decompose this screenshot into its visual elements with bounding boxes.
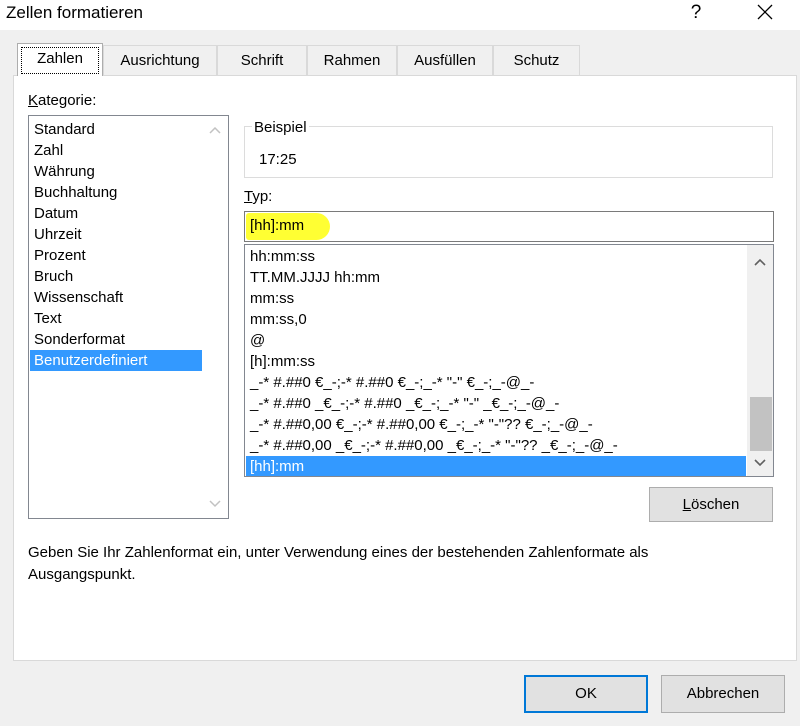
- format-list[interactable]: hh:mm:ss TT.MM.JJJJ hh:mm mm:ss mm:ss,0 …: [244, 244, 774, 477]
- tab-ausrichtung[interactable]: Ausrichtung: [103, 45, 217, 75]
- chevron-down-icon: [209, 500, 221, 508]
- tab-label: Zahlen: [37, 50, 83, 67]
- kategorie-label-rest: ategorie:: [38, 92, 97, 109]
- close-icon: [757, 4, 773, 20]
- tab-rahmen[interactable]: Rahmen: [307, 45, 397, 75]
- kategorie-item-datum[interactable]: Datum: [30, 203, 202, 224]
- kategorie-item-prozent[interactable]: Prozent: [30, 245, 202, 266]
- kategorie-scrollbar[interactable]: [202, 116, 228, 518]
- format-item[interactable]: mm:ss,0: [246, 309, 746, 330]
- format-item[interactable]: mm:ss: [246, 288, 746, 309]
- kategorie-item-benutzerdefiniert[interactable]: Benutzerdefiniert: [30, 350, 202, 371]
- delete-mnemonic: L: [682, 496, 691, 513]
- kategorie-item-waehrung[interactable]: Währung: [30, 161, 202, 182]
- kategorie-item-text[interactable]: Text: [30, 308, 202, 329]
- tab-label: Ausfüllen: [414, 52, 476, 69]
- delete-button[interactable]: Löschen: [649, 487, 773, 522]
- scroll-up-button[interactable]: [747, 251, 773, 273]
- format-item[interactable]: _-* #.##0 €_-;-* #.##0 €_-;_-* "-" €_-;_…: [246, 372, 746, 393]
- kategorie-item-sonderformat[interactable]: Sonderformat: [30, 329, 202, 350]
- format-item-selected[interactable]: [hh]:mm: [246, 456, 746, 476]
- beispiel-title: Beispiel: [252, 119, 309, 136]
- hint-text: Geben Sie Ihr Zahlenformat ein, unter Ve…: [28, 544, 649, 583]
- kategorie-item-uhrzeit[interactable]: Uhrzeit: [30, 224, 202, 245]
- format-item[interactable]: TT.MM.JJJJ hh:mm: [246, 267, 746, 288]
- format-item[interactable]: _-* #.##0,00 _€_-;-* #.##0,00 _€_-;_-* "…: [246, 435, 746, 456]
- tab-ausfuellen[interactable]: Ausfüllen: [397, 45, 493, 75]
- format-item[interactable]: _-* #.##0,00 €_-;-* #.##0,00 €_-;_-* "-"…: [246, 414, 746, 435]
- kategorie-label: Kategorie:: [28, 92, 96, 109]
- chevron-up-icon: [754, 258, 766, 266]
- format-item[interactable]: @: [246, 330, 746, 351]
- kategorie-item-standard[interactable]: Standard: [30, 119, 202, 140]
- cancel-button[interactable]: Abbrechen: [661, 675, 785, 713]
- ok-button[interactable]: OK: [524, 675, 648, 713]
- kategorie-item-buchhaltung[interactable]: Buchhaltung: [30, 182, 202, 203]
- format-item[interactable]: hh:mm:ss: [246, 246, 746, 267]
- tab-label: Schutz: [513, 52, 560, 69]
- kategorie-item-zahl[interactable]: Zahl: [30, 140, 202, 161]
- tab-schutz[interactable]: Schutz: [493, 45, 580, 75]
- typ-label: Typ:: [244, 188, 272, 205]
- scroll-down-button[interactable]: [747, 452, 773, 474]
- typ-input-value: [hh]:mm: [250, 217, 305, 234]
- tab-label: Rahmen: [323, 52, 381, 69]
- kategorie-list[interactable]: Standard Zahl Währung Buchhaltung Datum …: [28, 115, 229, 519]
- scroll-thumb[interactable]: [750, 397, 772, 451]
- tab-zahlen[interactable]: Zahlen: [17, 43, 103, 76]
- beispiel-value: 17:25: [259, 151, 297, 168]
- format-item[interactable]: _-* #.##0 _€_-;-* #.##0 _€_-;_-* "-" _€_…: [246, 393, 746, 414]
- tab-label: Ausrichtung: [120, 52, 200, 69]
- tab-label: Schrift: [240, 52, 284, 69]
- close-button[interactable]: [750, 0, 780, 26]
- typ-label-rest: yp:: [252, 188, 273, 205]
- scroll-up-button[interactable]: [202, 119, 228, 141]
- kategorie-mnemonic: K: [28, 92, 39, 109]
- chevron-down-icon: [754, 459, 766, 467]
- dialog-title: Zellen formatieren: [6, 3, 144, 22]
- format-item[interactable]: [h]:mm:ss: [246, 351, 746, 372]
- format-scrollbar[interactable]: [747, 245, 773, 476]
- tab-schrift[interactable]: Schrift: [217, 45, 307, 75]
- chevron-up-icon: [209, 126, 221, 134]
- delete-label-rest: öschen: [690, 496, 740, 513]
- title-bar: Zellen formatieren ?: [0, 0, 800, 30]
- kategorie-item-bruch[interactable]: Bruch: [30, 266, 202, 287]
- beispiel-groupbox: [244, 126, 773, 178]
- scroll-down-button[interactable]: [202, 493, 228, 515]
- kategorie-item-wissenschaft[interactable]: Wissenschaft: [30, 287, 202, 308]
- help-button[interactable]: ?: [686, 1, 706, 25]
